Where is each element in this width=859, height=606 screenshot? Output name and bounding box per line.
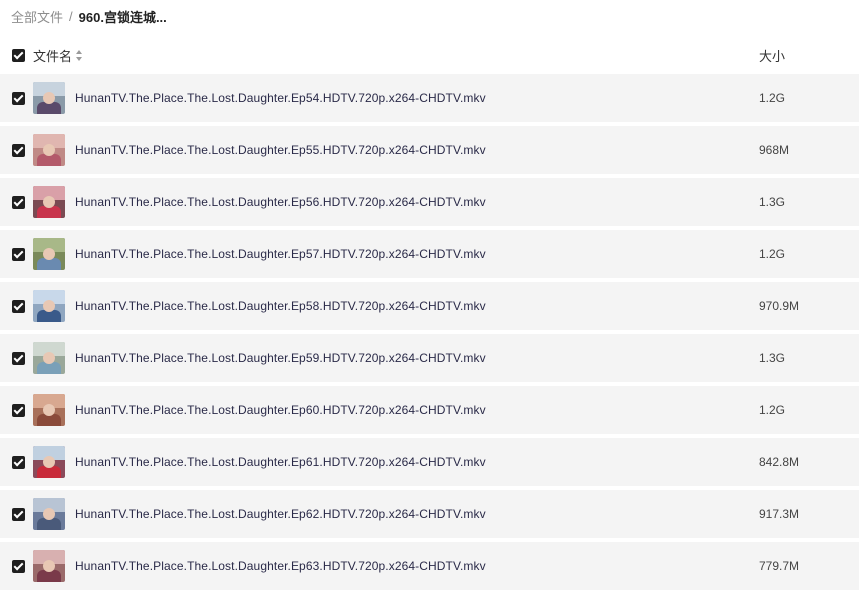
- file-row[interactable]: HunanTV.The.Place.The.Lost.Daughter.Ep59…: [0, 334, 859, 382]
- video-thumbnail-icon: [33, 342, 65, 374]
- thumbnail-figure-head: [43, 248, 55, 260]
- video-thumbnail-icon: [33, 394, 65, 426]
- file-name[interactable]: HunanTV.The.Place.The.Lost.Daughter.Ep54…: [75, 91, 486, 105]
- file-name[interactable]: HunanTV.The.Place.The.Lost.Daughter.Ep60…: [75, 403, 486, 417]
- file-row[interactable]: HunanTV.The.Place.The.Lost.Daughter.Ep63…: [0, 542, 859, 590]
- file-checkbox[interactable]: [12, 143, 25, 157]
- file-row[interactable]: HunanTV.The.Place.The.Lost.Daughter.Ep57…: [0, 230, 859, 278]
- file-checkbox[interactable]: [12, 299, 25, 313]
- file-list-header: 文件名 大小: [0, 40, 859, 70]
- video-thumbnail-icon: [33, 290, 65, 322]
- sort-icon[interactable]: [76, 49, 83, 61]
- file-size: 779.7M: [759, 559, 800, 573]
- file-name[interactable]: HunanTV.The.Place.The.Lost.Daughter.Ep57…: [75, 247, 486, 261]
- thumbnail-figure-head: [43, 300, 55, 312]
- thumbnail-figure-head: [43, 456, 55, 468]
- file-row[interactable]: HunanTV.The.Place.The.Lost.Daughter.Ep55…: [0, 126, 859, 174]
- video-thumbnail-icon: [33, 446, 65, 478]
- video-thumbnail-icon: [33, 498, 65, 530]
- breadcrumb-root-link[interactable]: 全部文件: [11, 7, 63, 26]
- file-size: 970.9M: [759, 299, 800, 313]
- file-name[interactable]: HunanTV.The.Place.The.Lost.Daughter.Ep62…: [75, 507, 486, 521]
- video-thumbnail-icon: [33, 82, 65, 114]
- name-column-header[interactable]: 文件名: [33, 46, 83, 65]
- file-name[interactable]: HunanTV.The.Place.The.Lost.Daughter.Ep63…: [75, 559, 486, 573]
- file-name[interactable]: HunanTV.The.Place.The.Lost.Daughter.Ep59…: [75, 351, 486, 365]
- file-row[interactable]: HunanTV.The.Place.The.Lost.Daughter.Ep56…: [0, 178, 859, 226]
- file-row[interactable]: HunanTV.The.Place.The.Lost.Daughter.Ep60…: [0, 386, 859, 434]
- thumbnail-figure-head: [43, 196, 55, 208]
- file-checkbox[interactable]: [12, 455, 25, 469]
- name-column-label: 文件名: [33, 48, 73, 64]
- file-checkbox[interactable]: [12, 91, 25, 105]
- thumbnail-figure-head: [43, 352, 55, 364]
- size-column-header: 大小: [759, 48, 786, 64]
- file-row[interactable]: HunanTV.The.Place.The.Lost.Daughter.Ep54…: [0, 74, 859, 122]
- video-thumbnail-icon: [33, 186, 65, 218]
- file-checkbox[interactable]: [12, 195, 25, 209]
- file-checkbox[interactable]: [12, 351, 25, 365]
- file-name[interactable]: HunanTV.The.Place.The.Lost.Daughter.Ep58…: [75, 299, 486, 313]
- file-row[interactable]: HunanTV.The.Place.The.Lost.Daughter.Ep62…: [0, 490, 859, 538]
- file-size: 1.2G: [759, 403, 786, 417]
- file-name[interactable]: HunanTV.The.Place.The.Lost.Daughter.Ep61…: [75, 455, 486, 469]
- file-size: 842.8M: [759, 455, 800, 469]
- thumbnail-figure-head: [43, 92, 55, 104]
- file-size: 968M: [759, 143, 790, 157]
- video-thumbnail-icon: [33, 550, 65, 582]
- file-checkbox[interactable]: [12, 559, 25, 573]
- file-size: 1.2G: [759, 247, 786, 261]
- file-list: HunanTV.The.Place.The.Lost.Daughter.Ep54…: [0, 74, 859, 594]
- file-size: 917.3M: [759, 507, 800, 521]
- file-size: 1.3G: [759, 351, 786, 365]
- file-checkbox[interactable]: [12, 507, 25, 521]
- file-name[interactable]: HunanTV.The.Place.The.Lost.Daughter.Ep55…: [75, 143, 486, 157]
- file-checkbox[interactable]: [12, 403, 25, 417]
- breadcrumb-current-folder: 960.宫锁连城...: [78, 9, 167, 25]
- select-all-checkbox[interactable]: [12, 48, 25, 62]
- thumbnail-figure-head: [43, 144, 55, 156]
- file-row[interactable]: HunanTV.The.Place.The.Lost.Daughter.Ep58…: [0, 282, 859, 330]
- video-thumbnail-icon: [33, 238, 65, 270]
- thumbnail-figure-head: [43, 404, 55, 416]
- breadcrumb-separator: /: [69, 8, 73, 24]
- file-size: 1.2G: [759, 91, 786, 105]
- file-size: 1.3G: [759, 195, 786, 209]
- thumbnail-figure-head: [43, 508, 55, 520]
- file-checkbox[interactable]: [12, 247, 25, 261]
- breadcrumb: 全部文件 / 960.宫锁连城...: [11, 7, 167, 25]
- video-thumbnail-icon: [33, 134, 65, 166]
- thumbnail-figure-head: [43, 560, 55, 572]
- file-row[interactable]: HunanTV.The.Place.The.Lost.Daughter.Ep61…: [0, 438, 859, 486]
- file-name[interactable]: HunanTV.The.Place.The.Lost.Daughter.Ep56…: [75, 195, 486, 209]
